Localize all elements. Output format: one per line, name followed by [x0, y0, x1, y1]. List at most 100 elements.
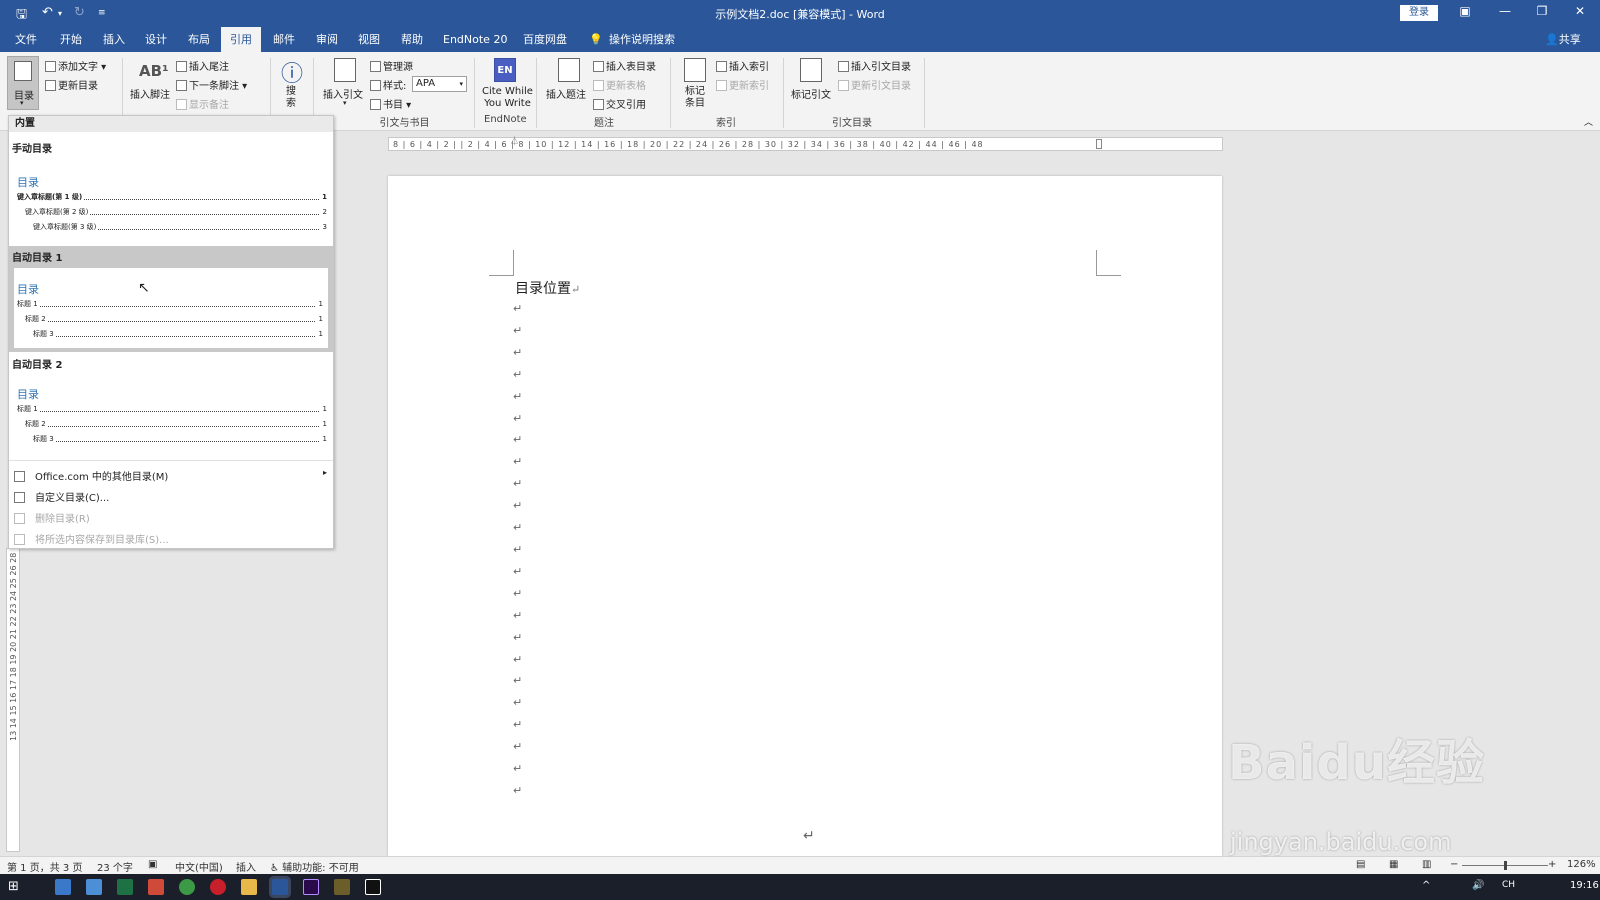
tab-references[interactable]: 引用 — [221, 27, 261, 52]
zoom-out-icon[interactable]: − — [1450, 859, 1458, 870]
task-view-icon[interactable] — [55, 879, 71, 895]
toc-line-page: 1 — [317, 315, 323, 324]
ime-indicator[interactable]: CH — [1502, 880, 1515, 890]
zoom-slider-thumb[interactable] — [1504, 861, 1507, 870]
empty-paragraphs[interactable]: ↵ ↵ ↵ ↵ ↵ ↵ ↵ ↵ ↵ ↵ ↵ ↵ ↵ ↵ ↵ ↵ ↵ ↵ ↵ ↵ ↵ ↵ ↵ — [513, 298, 522, 802]
volume-icon[interactable]: 🔊 — [1472, 880, 1484, 891]
indent-marker-icon[interactable]: ⏃ — [510, 134, 519, 147]
collapse-ribbon-icon[interactable]: ︿ — [1584, 115, 1593, 128]
proofing-icon[interactable]: ▣ — [148, 859, 157, 870]
zoom-slider[interactable] — [1462, 861, 1548, 870]
menu-remove-label: 删除目录(R) — [35, 514, 90, 525]
gallery-item-manual-toc[interactable]: 目录 键入章标题(第 1 级) 1 键入章标题(第 2 级) 2 键入章标题(第 3… — [9, 156, 333, 244]
tab-review[interactable]: 审阅 — [314, 27, 340, 52]
divider — [474, 58, 475, 128]
web-layout-icon[interactable]: ▥ — [1422, 859, 1431, 870]
document-heading[interactable]: 目录位置↵ — [515, 278, 580, 298]
status-accessibility[interactable]: ♿ 辅助功能: 不可用 — [270, 859, 359, 874]
windows-start-icon[interactable]: ⊞ — [8, 879, 19, 894]
restore-icon[interactable]: ❐ — [1532, 4, 1552, 18]
right-indent-marker-icon[interactable] — [1096, 139, 1102, 149]
update-table-button: 更新表格 — [593, 77, 646, 92]
toc-line-page: 3 — [321, 223, 327, 232]
insert-table-of-figures-button[interactable]: 插入表目录 — [593, 58, 656, 73]
word-icon[interactable] — [272, 879, 288, 895]
read-mode-icon[interactable]: ▤ — [1356, 859, 1365, 870]
print-layout-icon[interactable]: ▦ — [1389, 859, 1398, 870]
tab-design[interactable]: 设计 — [143, 27, 169, 52]
ribbon-display-icon[interactable]: ▣ — [1455, 4, 1475, 18]
style-value: APA — [416, 78, 436, 89]
preview-toc-line: 键入章标题(第 2 级) 2 — [25, 208, 327, 217]
toc-button[interactable]: 目录 ▾ — [7, 56, 39, 110]
status-word-count[interactable]: 23 个字 — [97, 859, 133, 874]
login-button[interactable]: 登录 — [1400, 5, 1438, 21]
toc-line-text: 标题 2 — [25, 420, 48, 428]
toc-line-page: 1 — [317, 300, 323, 309]
insert-index-label: 插入索引 — [729, 62, 769, 73]
mark-citation-button[interactable]: 标记引文 — [791, 86, 831, 101]
premiere-icon[interactable] — [303, 879, 319, 895]
app-icon[interactable] — [334, 879, 350, 895]
status-insert-mode[interactable]: 插入 — [236, 859, 256, 874]
gallery-item-auto-toc-2[interactable]: 自动目录 2 目录 标题 1 1 标题 2 1 标题 3 1 — [9, 354, 333, 454]
tab-file[interactable]: 文件 — [13, 27, 39, 52]
divider — [670, 58, 671, 128]
paragraph-mark: ↵ — [513, 762, 523, 776]
tell-me-search[interactable]: 操作说明搜索 — [607, 27, 677, 52]
tab-mailings[interactable]: 邮件 — [271, 27, 297, 52]
app-icon[interactable] — [86, 879, 102, 895]
paragraph-mark: ↵ — [513, 499, 523, 513]
chrome-icon[interactable] — [179, 879, 195, 895]
add-text-button[interactable]: 添加文字 ▾ — [45, 58, 106, 73]
mark-entry-button[interactable]: 标记条目 — [684, 86, 706, 110]
toc-line-page: 2 — [321, 208, 327, 217]
next-footnote-button[interactable]: 下一条脚注 ▾ — [176, 77, 247, 92]
menu-item-custom-toc[interactable]: 自定义目录(C)... — [14, 489, 109, 504]
insert-endnote-button[interactable]: 插入尾注 — [176, 58, 229, 73]
citation-style-select[interactable]: APA ▾ — [412, 76, 467, 92]
manage-sources-button[interactable]: 管理源 — [370, 58, 413, 73]
toc-line-text: 标题 2 — [25, 315, 48, 323]
chevron-down-icon: ▾ — [343, 99, 347, 107]
insert-footnote-button[interactable]: 插入脚注 — [130, 86, 170, 101]
horizontal-ruler[interactable]: 8 | 6 | 4 | 2 | | 2 | 4 | 6 | 8 | 10 | 1… — [388, 137, 1223, 151]
update-toc-button[interactable]: 更新目录 — [45, 77, 98, 92]
insert-index-button[interactable]: 插入索引 — [716, 58, 769, 73]
update-toc-icon — [45, 80, 56, 91]
tab-home[interactable]: 开始 — [58, 27, 84, 52]
status-page-count[interactable]: 第 1 页，共 3 页 — [7, 859, 82, 874]
status-language[interactable]: 中文(中国) — [175, 859, 223, 874]
menu-item-office-more-toc[interactable]: Office.com 中的其他目录(M) — [14, 468, 168, 483]
tab-endnote[interactable]: EndNote 20 — [441, 27, 509, 52]
capcut-icon[interactable] — [365, 879, 381, 895]
gallery-item-auto-toc-1[interactable]: 自动目录 1 目录 标题 1 1 标题 2 1 标题 3 1 ↖ — [9, 246, 333, 352]
bibliography-button[interactable]: 书目 ▾ — [370, 96, 411, 111]
search-button[interactable]: 搜索 — [286, 86, 298, 110]
cite-while-you-write-button[interactable]: Cite While You Write — [482, 86, 533, 110]
insert-caption-button[interactable]: 插入题注 — [546, 86, 586, 101]
clock[interactable]: 19:16 — [1570, 880, 1599, 891]
close-icon[interactable]: ✕ — [1570, 4, 1590, 18]
zoom-in-icon[interactable]: + — [1548, 859, 1556, 870]
tab-insert[interactable]: 插入 — [101, 27, 127, 52]
show-hidden-icons[interactable]: ^ — [1422, 880, 1430, 891]
excel-icon[interactable] — [117, 879, 133, 895]
minimize-icon[interactable]: — — [1495, 4, 1515, 18]
tab-view[interactable]: 视图 — [356, 27, 382, 52]
share-button[interactable]: 👤共享 — [1545, 27, 1581, 52]
app-icon[interactable] — [148, 879, 164, 895]
tab-baidu-netdisk[interactable]: 百度网盘 — [521, 27, 569, 52]
tab-help[interactable]: 帮助 — [399, 27, 425, 52]
insert-toa-button[interactable]: 插入引文目录 — [838, 58, 911, 73]
vertical-ruler[interactable]: 13 14 15 16 17 18 19 20 21 22 23 24 25 2… — [6, 548, 20, 852]
netease-music-icon[interactable] — [210, 879, 226, 895]
document-page[interactable]: 目录位置↵ ↵ ↵ ↵ ↵ ↵ ↵ ↵ ↵ ↵ ↵ ↵ ↵ ↵ ↵ ↵ ↵ ↵ ↵ ↵ ↵ ↵ ↵ ↵ ↵ — [388, 176, 1222, 856]
file-explorer-icon[interactable] — [241, 879, 257, 895]
preview-toc-heading: 目录 — [17, 283, 39, 296]
person-icon: 👤 — [1545, 33, 1559, 46]
watermark-url: jingyan.baidu.com — [1230, 828, 1452, 856]
cross-reference-button[interactable]: 交叉引用 — [593, 96, 646, 111]
tab-layout[interactable]: 布局 — [186, 27, 212, 52]
zoom-level[interactable]: 126% — [1567, 859, 1596, 870]
